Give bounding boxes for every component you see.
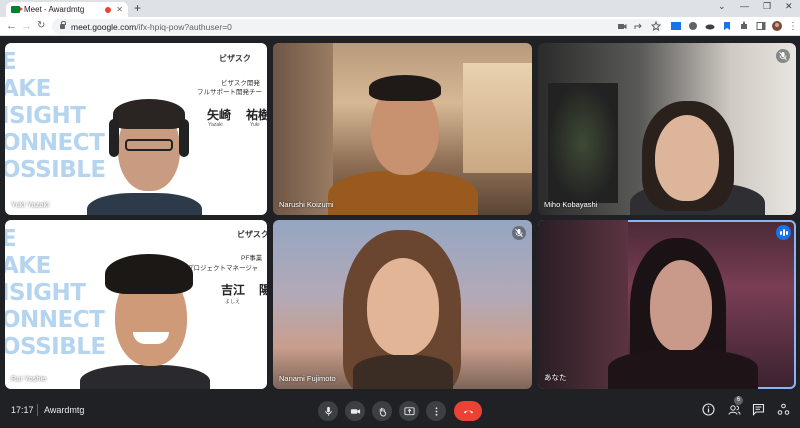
camera-button[interactable] (345, 401, 365, 421)
side-panel-icon[interactable] (756, 21, 766, 31)
participant-name: Rui Yoshie (11, 374, 47, 383)
participant-name: Miho Kobayashi (544, 200, 598, 209)
participant-name: あなた (544, 373, 567, 382)
camera-in-use-icon[interactable] (617, 21, 627, 31)
tab-search-chevron-down-icon[interactable]: ⌄ (718, 1, 726, 12)
browser-tab-meet[interactable]: Meet - Awardmtg ✕ (6, 2, 128, 17)
present-icon (403, 406, 415, 415)
room-background (273, 43, 333, 215)
more-options-button[interactable] (426, 401, 446, 421)
slide-person-jp2: 祐樹 (246, 108, 267, 122)
profile-avatar-icon[interactable] (772, 21, 782, 31)
participant-tile-3[interactable]: Miho Kobayashi (538, 43, 796, 215)
browser-tab-strip: Meet - Awardmtg ✕ + ⌄ — ❐ ✕ (0, 0, 800, 17)
extension-blue-icon[interactable] (671, 21, 681, 31)
participant-tile-1[interactable]: E AKE ISIGHT ONNECT OSSIBLE ビザスク ビザスク開発 フルサポ… (5, 43, 267, 215)
slide-tagline: E AKE ISIGHT ONNECT OSSIBLE (5, 226, 106, 360)
slide-company: ビザスク (219, 54, 251, 63)
speaking-indicator-icon (776, 225, 791, 240)
recording-indicator-icon (105, 6, 112, 13)
raise-hand-button[interactable] (372, 401, 392, 421)
mic-off-icon (776, 49, 790, 63)
url-text: meet.google.com/ifx-hpiq-pow?authuser=0 (71, 21, 232, 32)
slide-romaji: よしえ (225, 299, 241, 305)
extensions-puzzle-icon[interactable] (739, 21, 749, 31)
new-tab-button[interactable]: + (134, 2, 141, 15)
participant-tile-2[interactable]: Narushi Koizumi (273, 43, 532, 215)
mic-off-icon (512, 226, 526, 240)
microphone-button[interactable] (318, 401, 338, 421)
extension-cloud-icon[interactable] (705, 21, 715, 31)
camera-icon (350, 408, 360, 414)
extension-bookmark-icon[interactable] (722, 21, 732, 31)
slide-team: フルサポート開発チー (197, 89, 262, 96)
participant-name: Narushi Koizumi (279, 200, 334, 209)
slide-company: ビザスク (237, 230, 267, 239)
slide-person-jp: 吉江 (221, 283, 246, 297)
extension-circle-icon[interactable] (688, 21, 698, 31)
maximize-icon[interactable]: ❐ (763, 1, 771, 12)
minimize-icon[interactable]: — (740, 1, 749, 11)
meet-favicon-icon (11, 6, 23, 13)
divider (37, 404, 38, 416)
meeting-name: Awardmtg (44, 405, 85, 415)
address-bar[interactable]: meet.google.com/ifx-hpiq-pow?authuser=0 (52, 19, 662, 34)
activities-icon[interactable] (777, 403, 790, 416)
close-window-icon[interactable]: ✕ (785, 1, 793, 12)
close-tab-icon[interactable]: ✕ (116, 5, 123, 14)
tab-title: Meet - Awardmtg (24, 5, 85, 14)
plant-background (548, 83, 618, 203)
meeting-bottom-bar: 17:17 Awardmtg (0, 394, 800, 428)
participant-tile-5[interactable]: Nanami Fujimoto (273, 220, 532, 389)
participant-name: Nanami Fujimoto (279, 374, 336, 383)
present-screen-button[interactable] (399, 401, 419, 421)
more-vertical-icon (435, 406, 437, 416)
back-arrow-icon[interactable]: ← (6, 19, 17, 33)
hang-up-icon (463, 410, 473, 413)
hand-icon (379, 407, 386, 417)
slide-dept: PF事業 (241, 255, 263, 262)
slide-tagline: E AKE ISIGHT ONNECT OSSIBLE (5, 49, 106, 183)
slide-romaji2: Yuki (250, 122, 260, 128)
slide-person-jp2: 陽 (259, 283, 267, 297)
participant-tile-4[interactable]: E AKE ISIGHT ONNECT OSSIBLE ビザスク PF事業 プロジェクト… (5, 220, 267, 389)
slide-person-jp: 矢崎 (207, 108, 232, 122)
participant-tile-self[interactable]: あなた (538, 220, 796, 389)
bookmark-star-icon[interactable] (651, 21, 661, 31)
meeting-info-icon[interactable] (702, 403, 715, 416)
participant-name: Yuki Yazaki (11, 200, 50, 209)
meeting-clock: 17:17 (11, 405, 34, 415)
participant-count-badge: 6 (734, 396, 743, 405)
browser-toolbar: ← → ↻ meet.google.com/ifx-hpiq-pow?authu… (0, 17, 800, 36)
reload-icon[interactable]: ↻ (37, 19, 45, 33)
slide-team: プロジェクトマネージャ (187, 265, 259, 272)
lock-icon (60, 21, 66, 29)
forward-arrow-icon[interactable]: → (21, 19, 32, 33)
slide-romaji: Yazaki (208, 122, 223, 128)
share-icon[interactable] (634, 21, 644, 31)
leave-call-button[interactable] (454, 401, 482, 421)
more-menu-icon[interactable]: ⋮ (788, 20, 798, 34)
chat-icon[interactable] (752, 403, 765, 416)
microphone-icon (324, 406, 332, 416)
